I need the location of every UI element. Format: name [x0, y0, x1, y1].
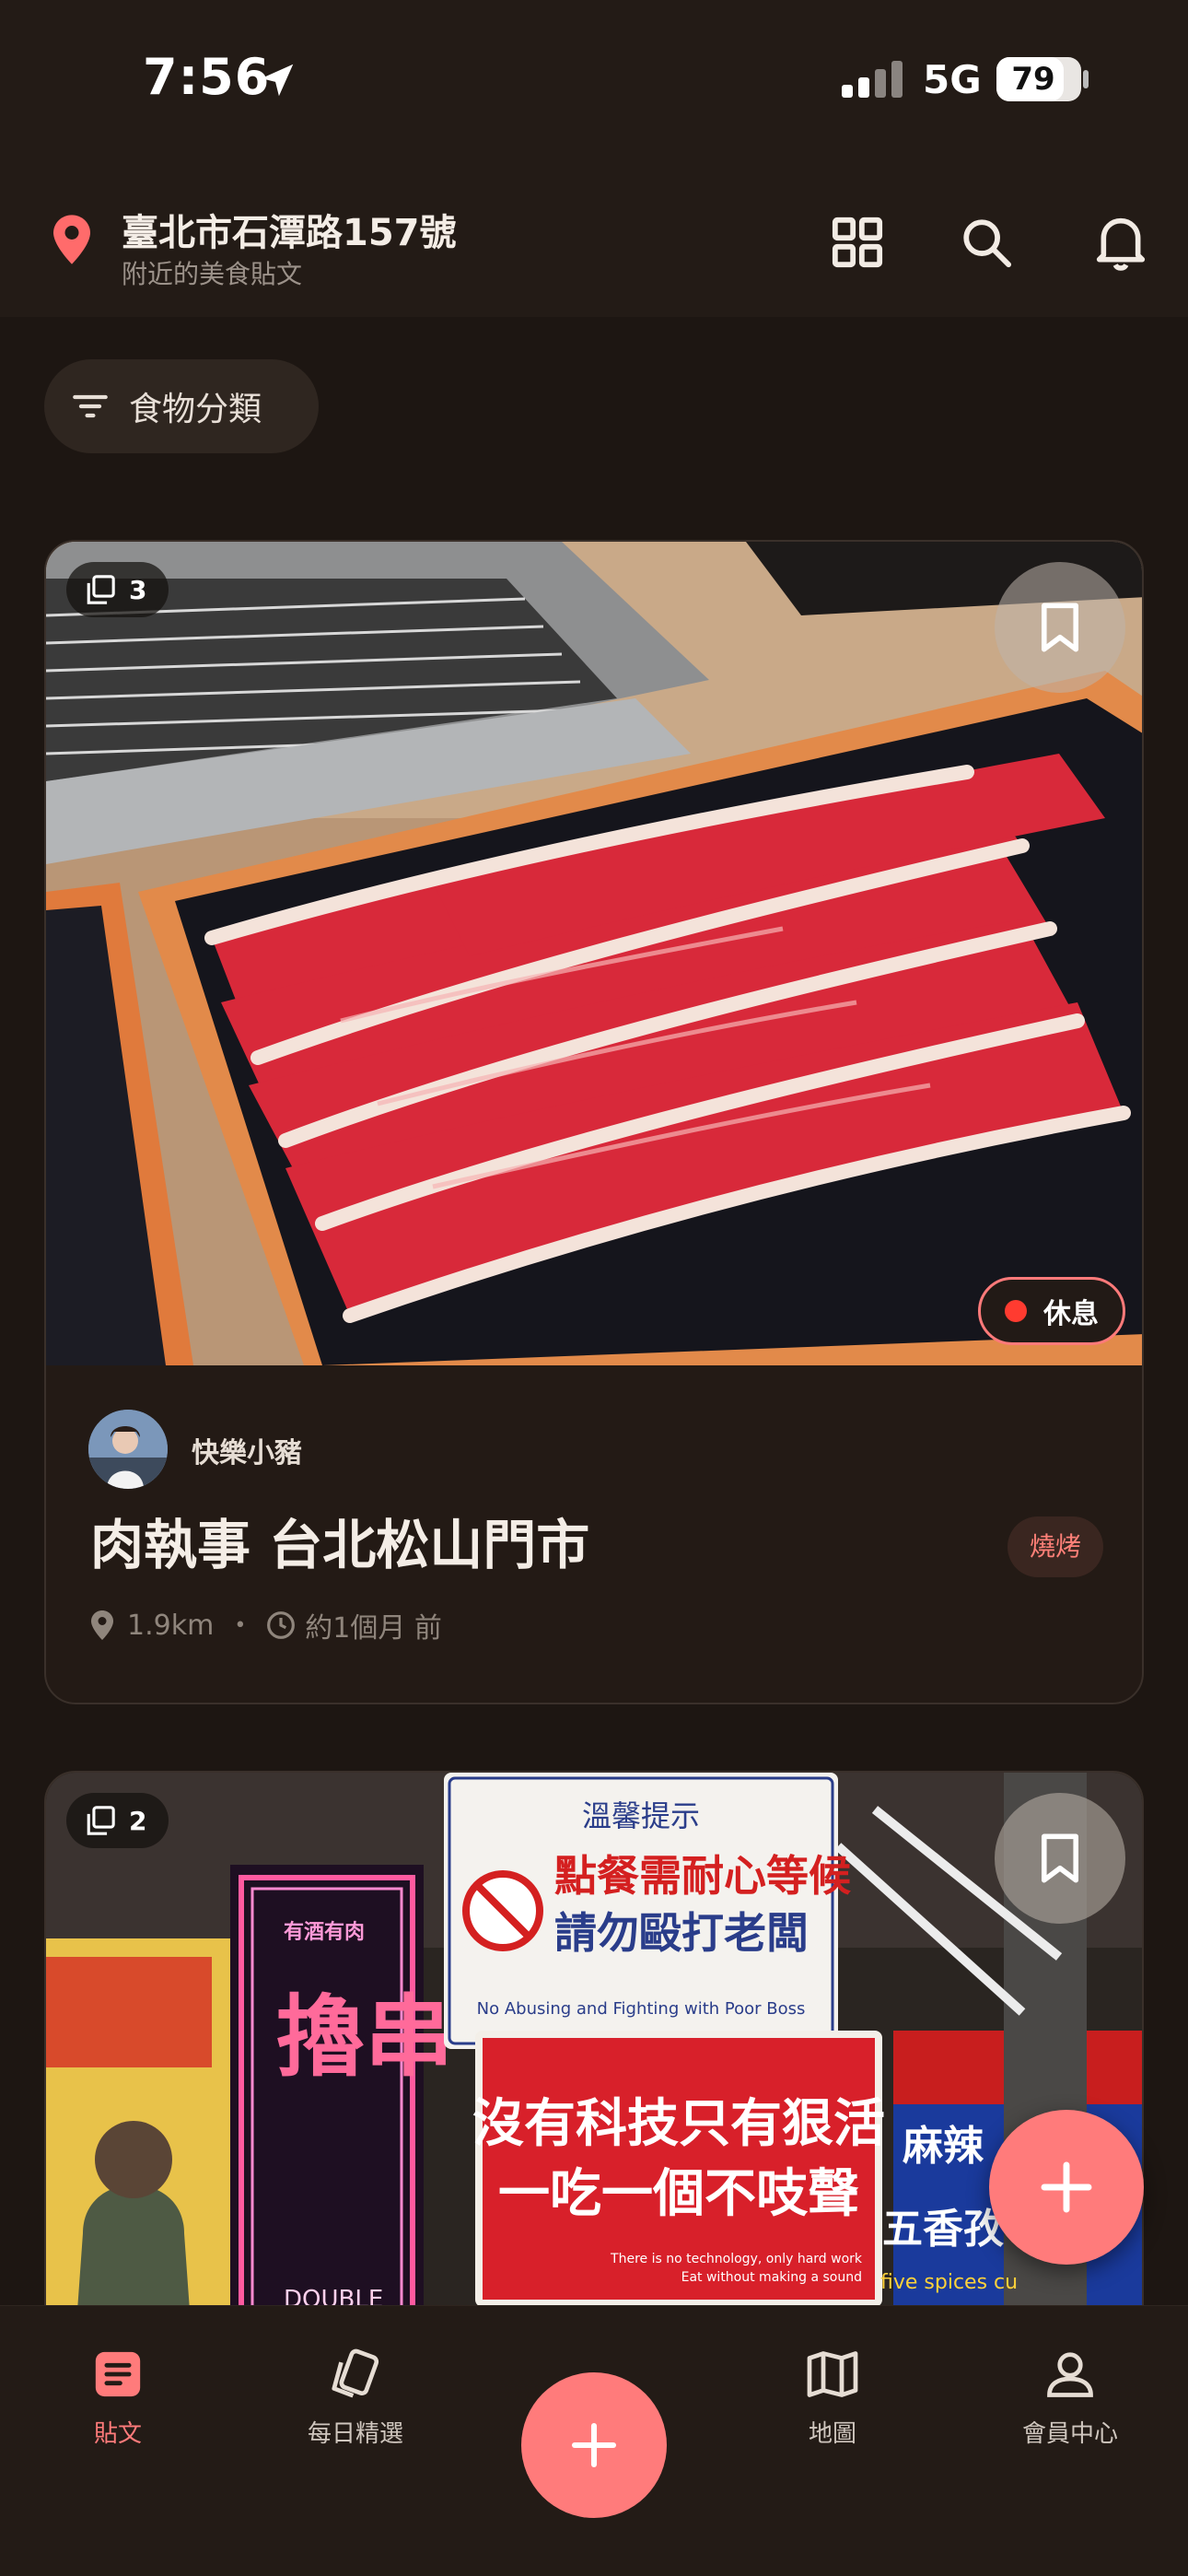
post-title[interactable]: 肉執事 台北松山門市	[90, 1502, 589, 1579]
banner-line2: 一吃一個不吱聲	[498, 2164, 859, 2224]
app-header: 臺北市石潭路157號 附近的美食貼文	[0, 166, 1188, 317]
sign-line2: 請勿毆打老闆	[554, 1908, 809, 1958]
tab-bar: 貼文 每日精選 地圖 會員中心	[0, 2305, 1188, 2576]
network-type: 5G	[923, 57, 982, 102]
location-subtitle: 附近的美食貼文	[122, 259, 303, 289]
image-count: 2	[129, 1805, 147, 1836]
image-count-badge: 2	[66, 1793, 169, 1848]
meta-separator: •	[234, 1613, 247, 1637]
bookmark-icon	[1041, 603, 1079, 652]
neon-title: 擼串	[276, 1985, 453, 2089]
category-tag[interactable]: 燒烤	[1007, 1516, 1103, 1577]
signal-icon	[842, 61, 903, 98]
post-photo[interactable]: 有酒有肉 擼串 DOUBLE 溫馨提示 點餐需耐心等候 請勿毆打老闆 No Ab…	[46, 1773, 1142, 2359]
tab-posts[interactable]: 貼文	[26, 2339, 210, 2449]
clock-icon	[267, 1611, 296, 1639]
add-post-fab[interactable]	[989, 2110, 1144, 2265]
filter-label: 食物分類	[129, 391, 262, 428]
plus-icon	[571, 2422, 617, 2468]
food-category-filter[interactable]: 食物分類	[44, 359, 319, 453]
sign-header: 溫馨提示	[582, 1798, 700, 1833]
bookmark-button[interactable]	[995, 1793, 1125, 1924]
distance: 1.9km	[127, 1609, 215, 1642]
status-dot	[1005, 1300, 1027, 1322]
bookmark-icon	[1041, 1833, 1079, 1883]
status-badge: 休息	[978, 1277, 1125, 1345]
tab-label: 會員中心	[1021, 2420, 1118, 2448]
time-ago: 約1個月 前	[305, 1612, 442, 1645]
sign-english: No Abusing and Fighting with Poor Boss	[477, 1999, 806, 2019]
location-pin-icon	[53, 215, 90, 264]
bell-icon	[1096, 217, 1146, 271]
banner-line1: 沒有科技只有狠活	[472, 2094, 885, 2154]
create-post-button[interactable]	[521, 2372, 667, 2518]
location-title[interactable]: 臺北市石潭路157號	[122, 203, 457, 256]
grid-view-button[interactable]	[825, 210, 890, 275]
status-text: 休息	[1043, 1298, 1099, 1330]
tab-label: 每日精選	[307, 2420, 403, 2448]
bookmark-button[interactable]	[995, 562, 1125, 693]
tab-member-center[interactable]: 會員中心	[978, 2339, 1162, 2449]
post-card[interactable]: 有酒有肉 擼串 DOUBLE 溫馨提示 點餐需耐心等候 請勿毆打老闆 No Ab…	[44, 1771, 1144, 2360]
stack-icon	[87, 1806, 115, 1835]
tab-map[interactable]: 地圖	[740, 2339, 925, 2449]
image-count: 3	[129, 574, 147, 605]
tab-label: 貼文	[93, 2420, 142, 2448]
search-button[interactable]	[954, 210, 1019, 275]
stack-icon	[87, 575, 115, 604]
location-pin-icon	[91, 1610, 113, 1640]
post-icon	[95, 2351, 141, 2397]
banner-english2: Eat without making a sound	[681, 2270, 862, 2285]
notification-button[interactable]	[1089, 210, 1153, 275]
banner-english1: There is no technology, only hard work	[610, 2252, 863, 2266]
meat-photo	[46, 542, 1142, 1365]
author-name[interactable]: 快樂小豬	[192, 1430, 302, 1470]
status-bar: 7:56 5G 79	[0, 0, 1188, 166]
battery-level: 79	[1011, 61, 1055, 98]
avatar-image	[88, 1410, 168, 1489]
filter-icon	[73, 394, 108, 418]
post-card[interactable]: 3 休息 快樂小豬 肉執事 台北松山門市 燒烤 1.9km • 約1個月 前	[44, 540, 1144, 1704]
shop-english: five spices cu	[880, 2271, 1018, 2294]
shop-line2: 五香孜	[882, 2206, 1004, 2253]
street-food-photo: 有酒有肉 擼串 DOUBLE 溫馨提示 點餐需耐心等候 請勿毆打老闆 No Ab…	[46, 1773, 1142, 2359]
battery-icon: 79	[996, 57, 1081, 101]
search-icon	[963, 219, 1012, 268]
plus-icon	[1041, 2161, 1092, 2213]
post-photo[interactable]: 3 休息	[46, 542, 1142, 1365]
post-meta: 1.9km • 約1個月 前	[90, 1605, 442, 1645]
sign-line1: 點餐需耐心等候	[554, 1851, 851, 1901]
neon-top: 有酒有肉	[284, 1920, 365, 1944]
avatar[interactable]	[88, 1410, 168, 1489]
tab-label: 地圖	[808, 2420, 856, 2448]
battery-cap	[1083, 70, 1089, 88]
status-time: 7:56	[143, 48, 271, 106]
person-icon	[1047, 2352, 1093, 2397]
post-info: 快樂小豬 肉執事 台北松山門市 燒烤 1.9km • 約1個月 前	[46, 1365, 1142, 1703]
location-arrow-icon	[261, 64, 294, 97]
image-count-badge: 3	[66, 562, 169, 617]
tab-daily-picks[interactable]: 每日精選	[263, 2339, 448, 2449]
shop-line1: 麻辣	[903, 2123, 984, 2170]
cards-icon	[332, 2348, 379, 2398]
map-icon	[807, 2351, 858, 2397]
grid-icon	[832, 217, 883, 268]
